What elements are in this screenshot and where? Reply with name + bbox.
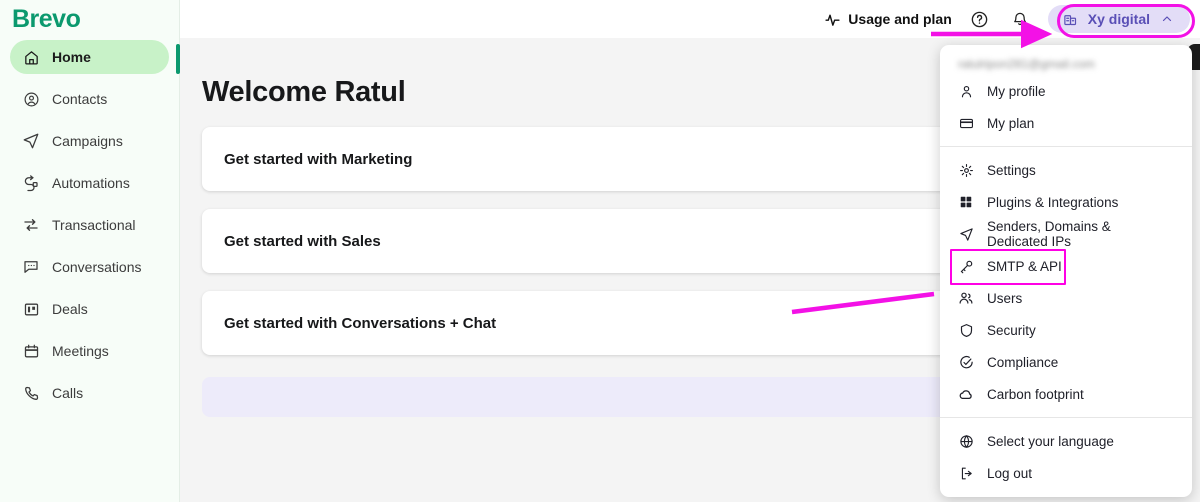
sidebar-item-label: Calls bbox=[52, 385, 84, 401]
globe-icon bbox=[958, 433, 974, 449]
menu-item-senders-domains-ips[interactable]: Senders, Domains & Dedicated IPs bbox=[940, 218, 1192, 250]
card-label: Get started with Conversations + Chat bbox=[224, 314, 497, 332]
card-label: Get started with Marketing bbox=[224, 150, 413, 168]
sidebar-item-label: Automations bbox=[52, 175, 130, 191]
menu-item-my-profile[interactable]: My profile bbox=[940, 75, 1192, 107]
menu-divider-1 bbox=[940, 146, 1192, 147]
automations-icon bbox=[22, 174, 40, 192]
menu-item-label: Select your language bbox=[987, 433, 1114, 449]
sidebar-item-contacts[interactable]: Contacts bbox=[10, 82, 169, 116]
sidebar-item-label: Home bbox=[52, 49, 91, 65]
bell-icon[interactable] bbox=[1008, 7, 1032, 31]
sidebar-item-transactional[interactable]: Transactional bbox=[10, 208, 169, 242]
menu-item-settings[interactable]: Settings bbox=[940, 154, 1192, 186]
sidebar-nav: Home Contacts Campaigns Automations Tran… bbox=[0, 40, 179, 410]
menu-item-select-language[interactable]: Select your language bbox=[940, 425, 1192, 457]
sidebar-item-meetings[interactable]: Meetings bbox=[10, 334, 169, 368]
menu-item-smtp-api[interactable]: SMTP & API bbox=[940, 249, 1192, 285]
send-icon bbox=[958, 226, 974, 242]
account-switcher-button[interactable]: Xy digital bbox=[1047, 5, 1190, 33]
deals-board-icon bbox=[22, 300, 40, 318]
sidebar-item-deals[interactable]: Deals bbox=[10, 292, 169, 326]
sidebar-item-label: Conversations bbox=[52, 259, 142, 275]
meetings-calendar-icon bbox=[22, 342, 40, 360]
check-circle-icon bbox=[958, 354, 974, 370]
app-root: Brevo Home Contacts Campaigns Automation… bbox=[0, 0, 1200, 502]
account-switcher-label: Xy digital bbox=[1087, 11, 1150, 27]
sidebar: Brevo Home Contacts Campaigns Automation… bbox=[0, 0, 180, 502]
grid-squares-icon bbox=[958, 194, 974, 210]
transactional-sync-icon bbox=[22, 216, 40, 234]
usage-and-plan-button[interactable]: Usage and plan bbox=[823, 10, 952, 28]
menu-item-plugins-integrations[interactable]: Plugins & Integrations bbox=[940, 186, 1192, 218]
menu-item-label: My plan bbox=[987, 115, 1035, 131]
credit-card-icon bbox=[958, 115, 974, 131]
sidebar-item-label: Transactional bbox=[52, 217, 136, 233]
shield-icon bbox=[958, 322, 974, 338]
menu-item-label: Compliance bbox=[987, 354, 1059, 370]
brevo-logo[interactable]: Brevo bbox=[0, 0, 179, 38]
sidebar-item-label: Contacts bbox=[52, 91, 108, 107]
menu-item-label: My profile bbox=[987, 83, 1046, 99]
menu-item-compliance[interactable]: Compliance bbox=[940, 346, 1192, 378]
menu-item-label: Users bbox=[987, 290, 1023, 306]
menu-item-users[interactable]: Users bbox=[940, 282, 1192, 314]
campaigns-send-icon bbox=[22, 132, 40, 150]
menu-item-label: Log out bbox=[987, 465, 1033, 481]
sidebar-item-campaigns[interactable]: Campaigns bbox=[10, 124, 169, 158]
home-icon bbox=[22, 48, 40, 66]
sidebar-item-calls[interactable]: Calls bbox=[10, 376, 169, 410]
account-dropdown-menu: ratulripon281@gmail.com My profile My pl… bbox=[940, 45, 1192, 497]
sidebar-item-label: Meetings bbox=[52, 343, 109, 359]
menu-item-carbon-footprint[interactable]: Carbon footprint bbox=[940, 378, 1192, 410]
key-icon bbox=[958, 258, 974, 274]
sidebar-item-label: Campaigns bbox=[52, 133, 123, 149]
logout-icon bbox=[958, 465, 974, 481]
sidebar-item-label: Deals bbox=[52, 301, 88, 317]
card-label: Get started with Sales bbox=[224, 232, 381, 250]
sidebar-item-home[interactable]: Home bbox=[10, 40, 169, 74]
menu-item-log-out[interactable]: Log out bbox=[940, 457, 1192, 489]
menu-item-label: Senders, Domains & Dedicated IPs bbox=[987, 219, 1111, 249]
company-building-icon bbox=[1062, 10, 1080, 28]
menu-item-label: Carbon footprint bbox=[987, 386, 1084, 402]
sidebar-item-conversations[interactable]: Conversations bbox=[10, 250, 169, 284]
menu-item-label: Plugins & Integrations bbox=[987, 194, 1119, 210]
menu-item-my-plan[interactable]: My plan bbox=[940, 107, 1192, 139]
menu-item-label: SMTP & API bbox=[987, 258, 1062, 274]
top-header: Usage and plan Xy digital bbox=[180, 0, 1200, 38]
menu-item-label: Security bbox=[987, 322, 1036, 338]
usage-and-plan-label: Usage and plan bbox=[848, 11, 952, 27]
menu-divider-2 bbox=[940, 417, 1192, 418]
sidebar-item-automations[interactable]: Automations bbox=[10, 166, 169, 200]
menu-item-security[interactable]: Security bbox=[940, 314, 1192, 346]
conversations-chat-icon bbox=[22, 258, 40, 276]
contacts-icon bbox=[22, 90, 40, 108]
help-circle-icon[interactable] bbox=[968, 7, 992, 31]
chevron-up-icon bbox=[1158, 10, 1176, 28]
person-icon bbox=[958, 83, 974, 99]
users-icon bbox=[958, 290, 974, 306]
menu-item-label: Settings bbox=[987, 162, 1036, 178]
activity-pulse-icon bbox=[823, 10, 841, 28]
account-email: ratulripon281@gmail.com bbox=[958, 57, 1095, 71]
gear-icon bbox=[958, 162, 974, 178]
cloud-icon bbox=[958, 386, 974, 402]
calls-phone-icon bbox=[22, 384, 40, 402]
